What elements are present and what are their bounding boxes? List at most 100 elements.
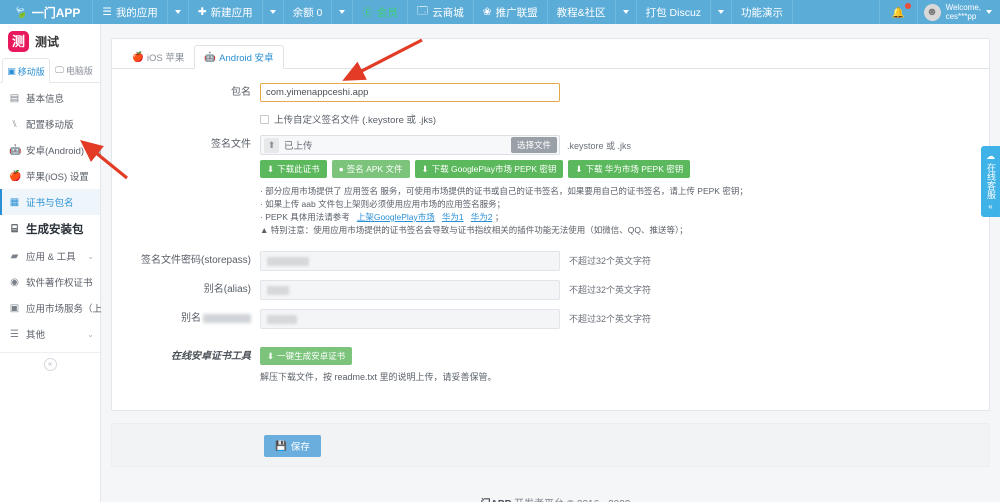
nav-caret-tutorial[interactable] — [616, 0, 637, 24]
control-online-tool: ⬇ 一键生成安卓证书 解压下载文件，按 readme.txt 里的说明上传，请妥… — [260, 347, 989, 383]
nav-item-affiliate[interactable]: ❀ 推广联盟 — [474, 0, 548, 24]
tab-android[interactable]: 🤖 Android 安卓 — [194, 45, 284, 69]
label-alias-password: 别名 — [112, 309, 260, 329]
download-huawei-pepk-button[interactable]: ⬇ 下载 华为市场 PEPK 密钥 — [568, 160, 691, 178]
nav-item-new-app[interactable]: ✚ 新建应用 — [189, 0, 263, 24]
custom-sign-checkbox-row[interactable]: 上传自定义签名文件 (.keystore 或 .jks) — [260, 112, 977, 126]
grid-icon: ▰ — [10, 250, 19, 262]
navbar-spacer — [793, 0, 878, 24]
headset-icon: ☁ — [986, 151, 995, 161]
package-icon: ⌸ — [11, 222, 18, 235]
sidebar-item-configure-mobile[interactable]: ⑊ 配置移动版 — [0, 111, 100, 137]
note-3-text: · PEPK 具体用法请参考 — [260, 212, 350, 222]
note-warning: ▲ 特别注意：使用应用市场提供的证书签名会导致与证书指纹相关的插件功能无法使用（… — [260, 225, 688, 235]
info-icon: ▤ — [9, 92, 20, 104]
user-menu[interactable]: ☻ Welcome, ces***pp — [916, 0, 1000, 24]
field-row-sign-file: 签名文件 ⬆ 已上传 选择文件 .keystore 或 .jks ⬇ 下载此证书… — [112, 135, 989, 237]
field-row-online-tool: 在线安卓证书工具 ⬇ 一键生成安卓证书 解压下载文件，按 readme.txt … — [112, 347, 989, 383]
platform-tab-mobile[interactable]: ▣ 移动版 — [2, 58, 50, 83]
brand-label: 一门APP — [31, 5, 81, 20]
sidebar-label-build-package: 生成安装包 — [26, 224, 84, 236]
notifications-button[interactable]: 🔔 — [878, 0, 917, 24]
download-icon: ⬇ — [421, 163, 429, 174]
download-icon: ⬇ — [267, 350, 275, 361]
tab-ios-label: iOS 苹果 — [146, 53, 185, 64]
label-alias-password-masked — [203, 313, 251, 323]
chevron-left-icon: « — [988, 202, 993, 211]
online-service-widget[interactable]: ☁ 在线客服 « — [981, 146, 1000, 217]
tab-android-label: Android 安卓 — [219, 53, 274, 64]
generate-certificate-button[interactable]: ⬇ 一键生成安卓证书 — [260, 347, 353, 365]
save-button[interactable]: 💾 保存 — [264, 435, 321, 457]
chevron-down-icon — [718, 10, 725, 14]
note-3-suffix: ； — [494, 212, 504, 222]
storepass-input[interactable] — [260, 251, 560, 271]
store-icon: 🗔 — [416, 5, 429, 17]
checkbox-icon[interactable] — [260, 114, 269, 124]
download-icon: ⬇ — [267, 163, 275, 174]
desktop-icon: 🖵 — [55, 65, 64, 75]
brand-logo[interactable]: 🍃 一门APP — [0, 0, 94, 24]
choose-file-button[interactable]: 选择文件 — [510, 137, 557, 153]
download-huawei-pepk-label: 下载 华为市场 PEPK 密钥 — [585, 164, 684, 174]
control-sign-file: ⬆ 已上传 选择文件 .keystore 或 .jks ⬇ 下载此证书 ● 签名… — [260, 135, 989, 237]
link-huawei-1[interactable]: 华为1 — [442, 212, 464, 222]
nav-item-tutorial-community[interactable]: 教程&社区 — [548, 0, 616, 24]
sidebar-item-certificate-package[interactable]: ▦ 证书与包名 — [0, 189, 100, 215]
nav-caret-my-apps[interactable] — [168, 0, 189, 24]
platform-tab-mobile-label: 移动版 — [17, 66, 45, 77]
main-content: 🍎 iOS 苹果 🤖 Android 安卓 包名 com.yimenappces… — [101, 24, 1000, 502]
tab-ios[interactable]: 🍎 iOS 苹果 — [122, 45, 194, 69]
nav-caret-new-app[interactable] — [263, 0, 284, 24]
sidebar-item-other[interactable]: ☰ 其他 ⌄ — [0, 321, 100, 347]
alias-password-input[interactable] — [260, 309, 560, 329]
sidebar-item-basic-info[interactable]: ▤ 基本信息 — [0, 85, 100, 111]
nav-caret-discuz[interactable] — [711, 0, 733, 24]
sidebar-item-android-settings[interactable]: 🤖 安卓(Android) 设置 — [0, 137, 106, 163]
sidebar-item-apps-tools[interactable]: ▰ 应用 & 工具 ⌄ — [0, 243, 100, 269]
sign-file-row: ⬆ 已上传 选择文件 .keystore 或 .jks — [260, 135, 977, 155]
sidebar-app-header: 测 测试 — [0, 24, 100, 58]
sign-apk-button[interactable]: ● 签名 APK 文件 — [331, 160, 410, 178]
storepass-masked-value — [267, 257, 309, 266]
download-certificate-button[interactable]: ⬇ 下载此证书 — [260, 160, 327, 178]
nav-item-feature-demo[interactable]: 功能演示 — [732, 0, 794, 24]
nav-caret-balance[interactable] — [332, 0, 354, 24]
nav-item-cloud-store[interactable]: 🗔 云商城 — [408, 0, 474, 24]
sign-file-box[interactable]: ⬆ 已上传 选择文件 — [260, 135, 560, 155]
platform-tab-desktop[interactable]: 🖵 电脑版 — [50, 58, 98, 82]
nav-item-package-discuz[interactable]: 打包 Discuz — [637, 0, 712, 24]
control-alias-password: 不超过32个英文字符 — [260, 309, 989, 329]
sidebar: 测 测试 ▣ 移动版 🖵 电脑版 ▤ 基本信息 ⑊ 配置移动版 🤖 安卓(And… — [0, 24, 121, 502]
link-googleplay-market[interactable]: 上架GooglePlay市场 — [357, 212, 435, 222]
footer-copyright: 一门APP 开发者平台 © 2016 - 2022 — [101, 495, 1000, 502]
sidebar-item-build-package[interactable]: ⌸ 生成安装包 — [0, 215, 100, 243]
save-button-label: 保存 — [290, 442, 310, 453]
android-icon: 🤖 — [204, 51, 217, 63]
nav-item-membership[interactable]: Ⓔ 会员 — [353, 0, 408, 24]
user-name: ces***pp — [945, 12, 977, 21]
sidebar-item-ios-settings[interactable]: 🍎 苹果(iOS) 设置 — [0, 163, 100, 189]
sidebar-label-ios-settings: 苹果(iOS) 设置 — [26, 172, 89, 183]
sidebar-label-other: 其他 — [26, 330, 46, 341]
generate-certificate-label: 一键生成安卓证书 — [277, 351, 346, 361]
sidebar-item-copyright-certificate[interactable]: ◉ 软件著作权证书 — [0, 269, 100, 295]
sidebar-label-basic-info: 基本信息 — [26, 94, 65, 105]
market-icon: ▣ — [9, 302, 20, 314]
sidebar-item-market-service[interactable]: ▣ 应用市场服务（上架） — [0, 295, 121, 321]
nav-item-my-apps[interactable]: ☰ 我的应用 — [93, 0, 168, 24]
custom-sign-label: 上传自定义签名文件 (.keystore 或 .jks) — [274, 115, 437, 126]
package-name-input[interactable] — [260, 83, 560, 102]
nav-item-balance[interactable]: 余额 0 — [284, 0, 333, 24]
nav-label-my-apps: 我的应用 — [115, 6, 158, 19]
apple-icon: 🍎 — [132, 51, 144, 63]
alias-input[interactable] — [260, 280, 560, 300]
link-huawei-2[interactable]: 华为2 — [471, 212, 493, 222]
apple-icon: 🍎 — [9, 170, 22, 182]
download-icon: ⬇ — [575, 163, 583, 174]
sidebar-label-android-settings: 安卓(Android) 设置 — [26, 146, 106, 157]
download-googleplay-pepk-button[interactable]: ⬇ 下载 GooglePlay市场 PEPK 密钥 — [414, 160, 564, 178]
sidebar-collapse-button[interactable]: « — [43, 358, 57, 371]
plus-icon: ✚ — [197, 6, 207, 18]
user-greeting: Welcome, — [945, 3, 981, 12]
